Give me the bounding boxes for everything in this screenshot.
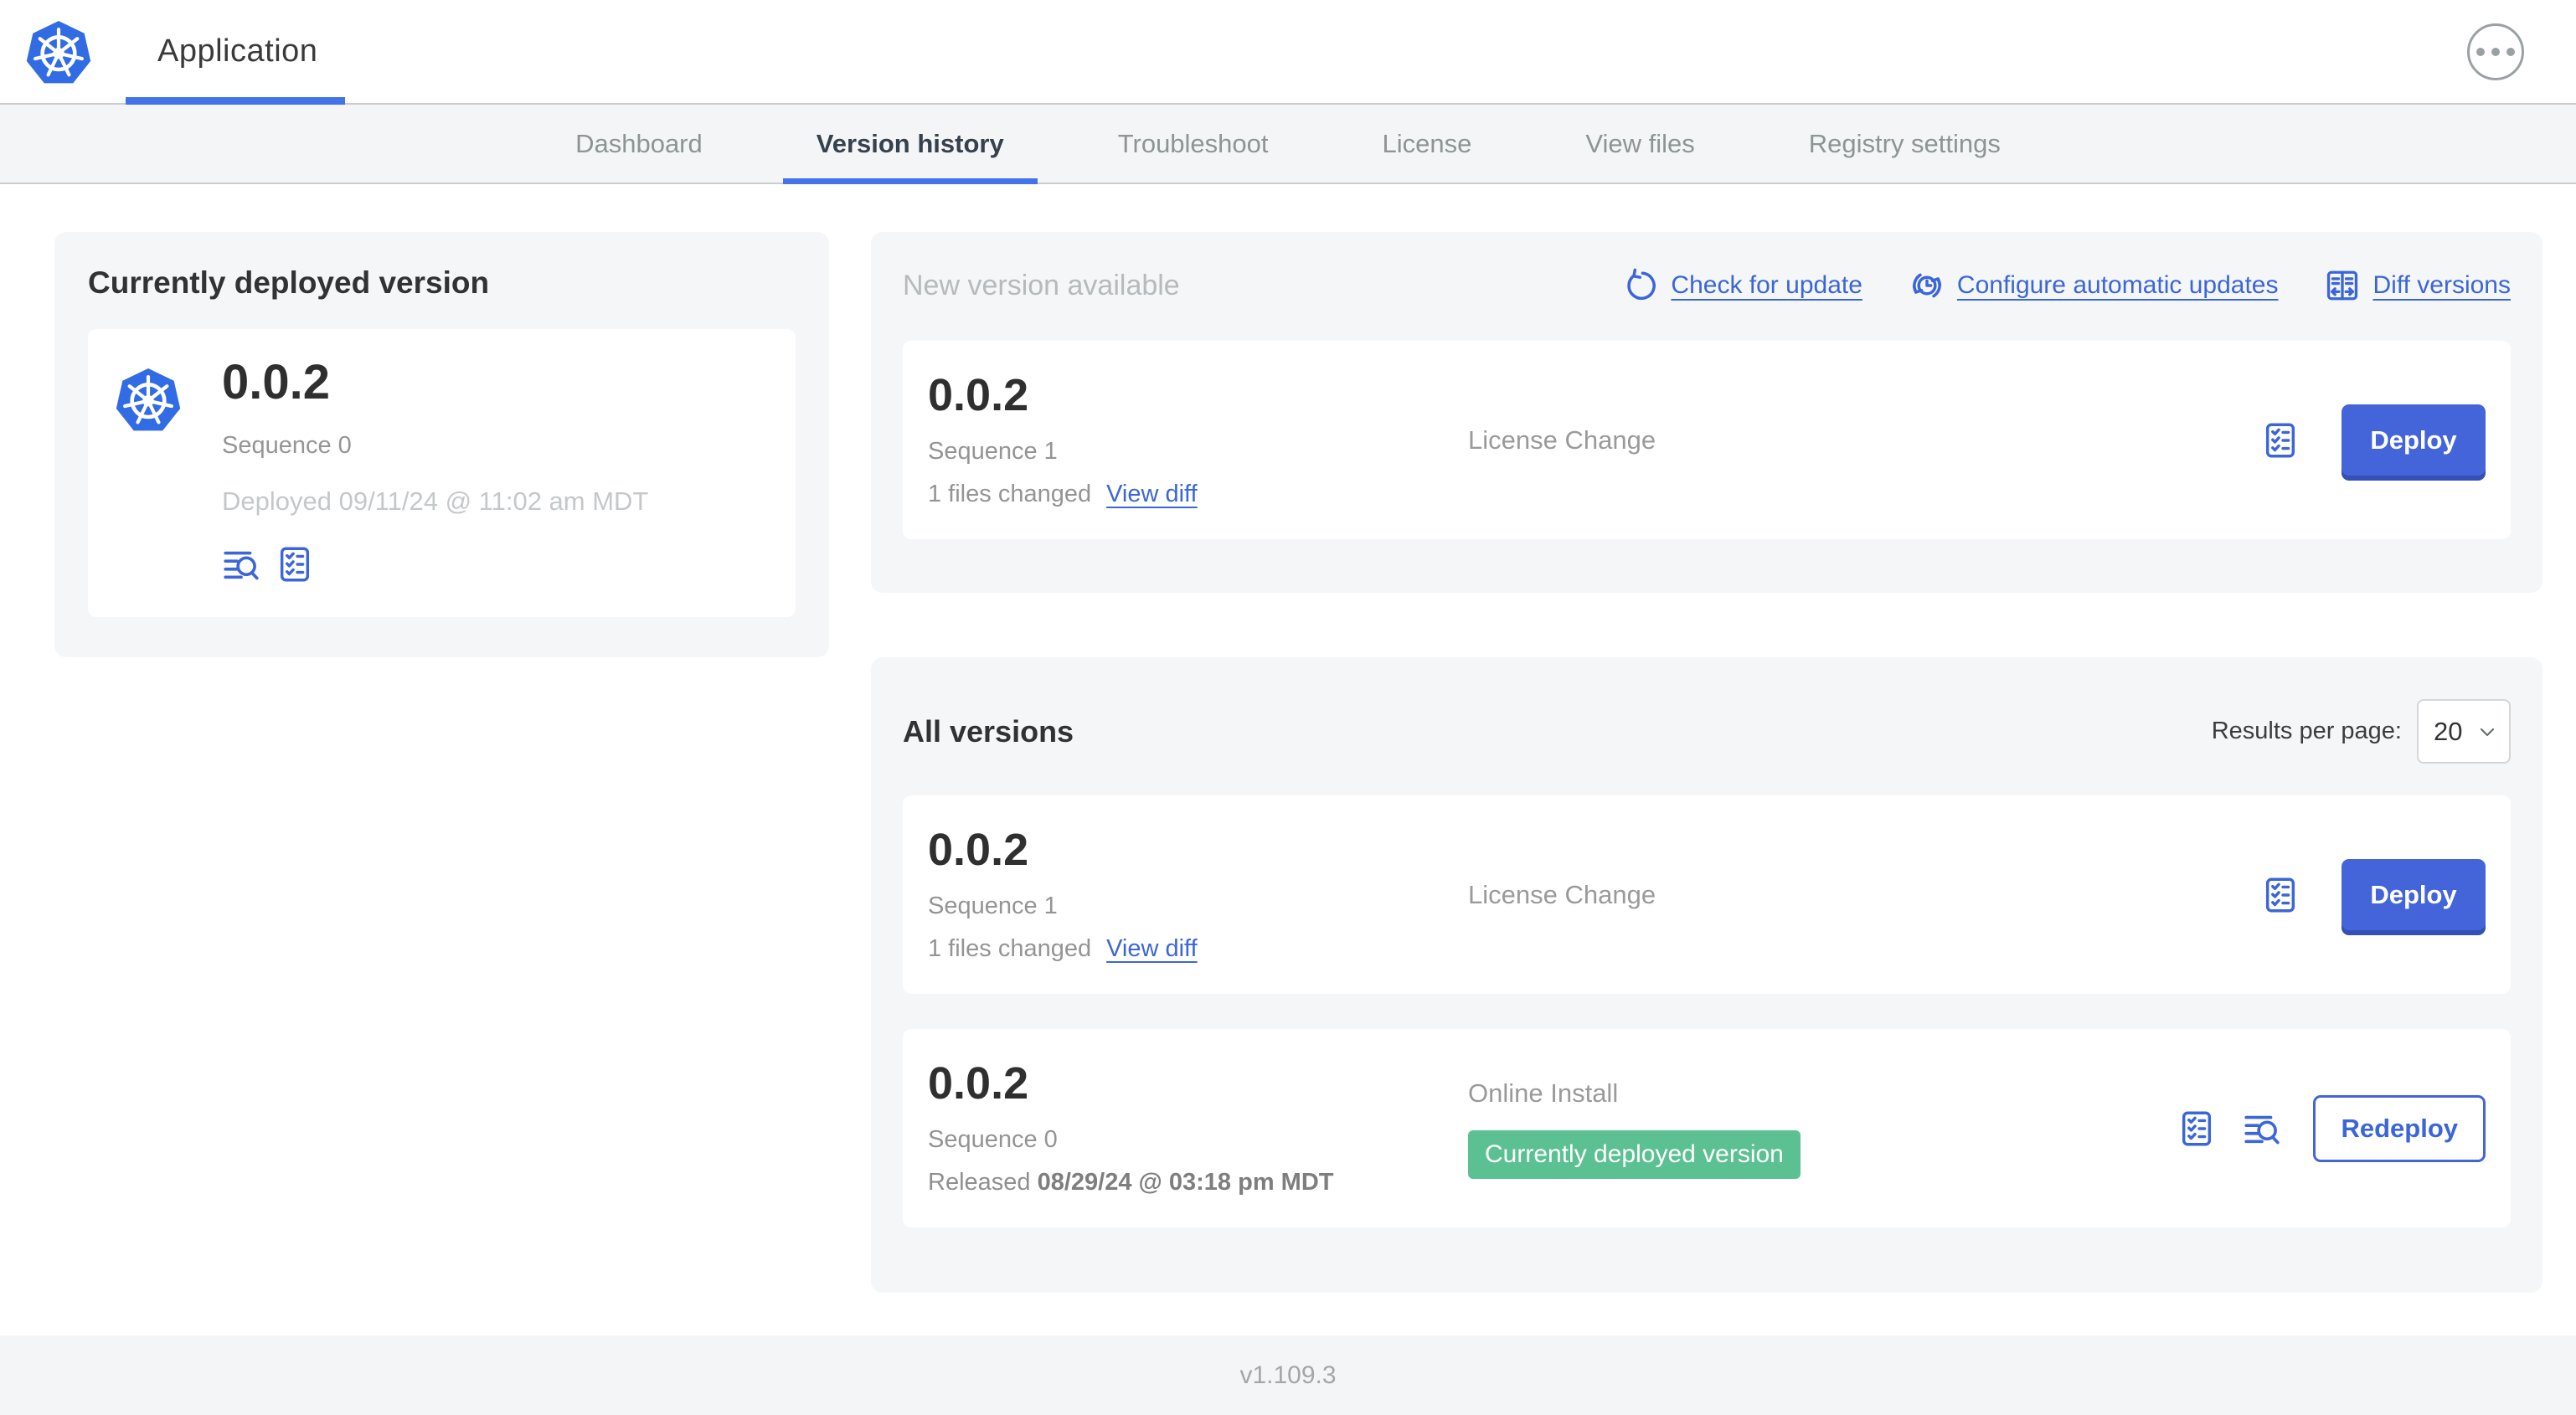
version-row: 0.0.2 Sequence 1 1 files changed View di… <box>903 795 2511 994</box>
current-version-number: 0.0.2 <box>222 355 330 409</box>
update-actions: Check for update Configure automatic upd… <box>1623 268 2511 303</box>
version-source: License Change <box>1468 879 1656 909</box>
more-options-button[interactable] <box>2467 23 2524 80</box>
results-per-page-select[interactable]: 20 <box>2417 699 2511 764</box>
app-title-tab[interactable]: Application <box>157 33 317 69</box>
app-logo-kubernetes-icon <box>23 15 94 89</box>
all-versions-panel: All versions Results per page: 20 0.0.2 <box>871 657 2543 1293</box>
current-version-actions <box>222 545 648 584</box>
version-info: 0.0.2 Sequence 1 1 files changed View di… <box>928 372 1468 508</box>
version-source: License Change <box>1468 424 1656 455</box>
check-for-update-label: Check for update <box>1671 271 1862 299</box>
released-value: 08/29/24 @ 03:18 pm MDT <box>1037 1168 1334 1196</box>
ellipsis-icon <box>2491 47 2500 56</box>
results-per-page-value: 20 <box>2434 716 2463 746</box>
diff-versions-link[interactable]: Diff versions <box>2325 268 2511 303</box>
version-source-column: Online Install Currently deployed versio… <box>1468 1078 2177 1179</box>
all-versions-list: 0.0.2 Sequence 1 1 files changed View di… <box>903 795 2511 1227</box>
app-footer: v1.109.3 <box>0 1335 2576 1415</box>
ellipsis-icon <box>2506 47 2515 56</box>
new-version-header: New version available Check for update C… <box>903 255 2511 316</box>
diff-versions-label: Diff versions <box>2372 271 2511 299</box>
files-changed-row: 1 files changed View diff <box>928 935 1468 963</box>
version-sequence: Sequence 1 <box>928 892 1058 919</box>
version-number: 0.0.2 <box>928 370 1029 421</box>
new-version-title: New version available <box>903 269 1180 301</box>
results-per-page-label: Results per page: <box>2211 718 2402 744</box>
view-logs-icon[interactable] <box>222 545 260 584</box>
version-info: 0.0.2 Sequence 1 1 files changed View di… <box>928 826 1468 963</box>
version-info: 0.0.2 Sequence 0 Released 08/29/24 @ 03:… <box>928 1060 1468 1196</box>
currently-deployed-card: 0.0.2 Sequence 0 Deployed 09/11/24 @ 11:… <box>88 329 796 617</box>
main-content: Currently deployed version 0.0.2 Sequenc… <box>0 184 2576 1335</box>
tab-dashboard[interactable]: Dashboard <box>518 105 760 183</box>
version-actions: Deploy <box>2261 404 2486 476</box>
view-diff-link[interactable]: View diff <box>1106 481 1198 508</box>
check-for-update-link[interactable]: Check for update <box>1623 268 1862 303</box>
view-diff-link[interactable]: View diff <box>1106 935 1198 963</box>
results-per-page: Results per page: 20 <box>2212 699 2511 764</box>
preflight-checks-icon[interactable] <box>2261 421 2300 460</box>
preflight-checks-icon[interactable] <box>2261 876 2300 914</box>
released-label: Released <box>928 1168 1031 1196</box>
version-row: 0.0.2 Sequence 0 Released 08/29/24 @ 03:… <box>903 1029 2511 1227</box>
tab-version-history[interactable]: Version history <box>760 105 1061 184</box>
app-logo-kubernetes-icon <box>113 363 183 436</box>
currently-deployed-title: Currently deployed version <box>88 265 490 300</box>
version-sequence: Sequence 0 <box>928 1125 1058 1153</box>
redeploy-button[interactable]: Redeploy <box>2313 1094 2486 1162</box>
version-actions: Redeploy <box>2177 1094 2486 1162</box>
app-header: Application <box>0 0 2576 105</box>
app-page: Application Dashboard Version history Tr… <box>0 0 2576 1415</box>
configure-automatic-updates-link[interactable]: Configure automatic updates <box>1909 268 2279 303</box>
version-source: Online Install <box>1468 1078 1619 1108</box>
currently-deployed-panel: Currently deployed version 0.0.2 Sequenc… <box>54 232 829 657</box>
files-changed-text: 1 files changed <box>928 480 1092 507</box>
console-version: v1.109.3 <box>1239 1361 1337 1389</box>
preflight-checks-icon[interactable] <box>276 545 314 584</box>
tab-registry-settings[interactable]: Registry settings <box>1752 105 2058 183</box>
preflight-checks-icon[interactable] <box>2177 1109 2216 1148</box>
version-number: 0.0.2 <box>928 1058 1029 1109</box>
tab-license[interactable]: License <box>1326 105 1529 183</box>
deploy-button[interactable]: Deploy <box>2342 859 2486 930</box>
tab-view-files[interactable]: View files <box>1528 105 1751 183</box>
new-version-panel: New version available Check for update C… <box>871 232 2543 593</box>
currently-deployed-info: 0.0.2 Sequence 0 Deployed 09/11/24 @ 11:… <box>222 355 649 584</box>
current-deployed-timestamp: Deployed 09/11/24 @ 11:02 am MDT <box>222 486 649 516</box>
right-column: New version available Check for update C… <box>871 232 2543 1293</box>
version-sequence: Sequence 1 <box>928 437 1058 465</box>
all-versions-header: All versions Results per page: 20 <box>903 699 2511 764</box>
released-timestamp: Released 08/29/24 @ 03:18 pm MDT <box>928 1169 1468 1196</box>
nav-tabs: Dashboard Version history Troubleshoot L… <box>0 105 2576 184</box>
version-source-column: License Change <box>1468 425 2261 455</box>
tab-troubleshoot[interactable]: Troubleshoot <box>1061 105 1326 183</box>
diff-icon <box>2327 270 2358 301</box>
chevron-down-icon <box>2480 728 2495 736</box>
new-version-card: 0.0.2 Sequence 1 1 files changed View di… <box>903 341 2511 539</box>
version-source-column: License Change <box>1468 880 2261 910</box>
view-logs-icon[interactable] <box>2243 1109 2281 1148</box>
app-title-active-underline <box>126 97 345 105</box>
all-versions-title: All versions <box>903 713 1074 749</box>
ellipsis-icon <box>2476 47 2485 56</box>
refresh-icon <box>1627 268 1656 301</box>
current-sequence: Sequence 0 <box>222 431 352 459</box>
version-actions: Deploy <box>2261 859 2486 930</box>
configure-automatic-updates-label: Configure automatic updates <box>1956 271 2279 299</box>
currently-deployed-badge: Currently deployed version <box>1468 1129 1801 1179</box>
version-number: 0.0.2 <box>928 825 1029 876</box>
clock-refresh-icon <box>1912 273 1942 298</box>
files-changed-text: 1 files changed <box>928 934 1092 962</box>
deploy-button[interactable]: Deploy <box>2342 404 2486 476</box>
files-changed-row: 1 files changed View diff <box>928 481 1468 508</box>
